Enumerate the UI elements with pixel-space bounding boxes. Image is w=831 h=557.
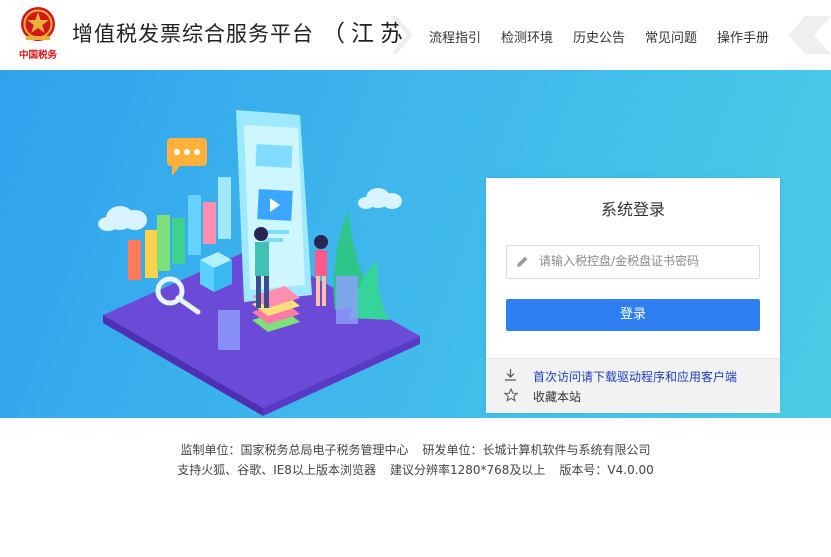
password-input[interactable] — [539, 246, 749, 276]
cloud-icon — [358, 188, 402, 209]
page-footer: 监制单位：国家税务总局电子税务管理中心 研发单位：长城计算机软件与系统有限公司 支… — [0, 418, 831, 557]
nav-check-environment[interactable]: 检测环境 — [501, 27, 553, 46]
top-header: 中国税务 增值税发票综合服务平台 （江苏） 流程指引 检测环境 历史公告 常见问题… — [0, 0, 831, 70]
supervisor-text: 监制单位：国家税务总局电子税务管理中心 — [180, 443, 409, 457]
cloud-icon — [98, 206, 147, 231]
footer-line-2: 支持火狐、谷歌、IE8以上版本浏览器 建议分辨率1280*768及以上 版本号：V4… — [0, 461, 831, 478]
version-text: 版本号：V4.0.00 — [559, 463, 654, 477]
nav-process-guide[interactable]: 流程指引 — [429, 27, 481, 46]
nav-faq[interactable]: 常见问题 — [645, 27, 697, 46]
bookmark-label: 收藏本站 — [533, 390, 582, 404]
card-footer: 首次访问请下载驱动程序和应用客户端 收藏本站 — [486, 358, 780, 413]
download-driver-label: 首次访问请下载驱动程序和应用客户端 — [533, 370, 738, 384]
star-icon — [504, 388, 518, 402]
footer-line-1: 监制单位：国家税务总局电子税务管理中心 研发单位：长城计算机软件与系统有限公司 — [0, 441, 831, 458]
data-illustration — [98, 110, 420, 416]
tax-emblem-logo: 中国税务 — [19, 7, 58, 61]
developer-text: 研发单位：长城计算机软件与系统有限公司 — [422, 443, 651, 457]
login-title: 系统登录 — [600, 200, 665, 219]
nav-user-manual[interactable]: 操作手册 — [717, 27, 769, 46]
platform-name: 增值税发票综合服务平台 — [72, 22, 314, 46]
hero-banner: 系统登录 登录 首次访问请下载驱动程序和应用客户端 收藏本站 — [0, 70, 831, 418]
phone-icon — [236, 110, 312, 302]
server-cube-icon — [200, 252, 232, 292]
resolution-text: 建议分辨率1280*768及以上 — [389, 463, 546, 477]
svg-text:中国税务: 中国税务 — [19, 49, 58, 61]
password-field[interactable] — [506, 245, 760, 279]
download-icon — [505, 369, 516, 381]
chat-bubble-icon — [167, 138, 207, 176]
login-card: 系统登录 登录 首次访问请下载驱动程序和应用客户端 收藏本站 — [486, 178, 780, 413]
browser-support-text: 支持火狐、谷歌、IE8以上版本浏览器 — [177, 463, 376, 477]
pen-icon — [517, 256, 528, 267]
login-button[interactable]: 登录 — [506, 299, 760, 331]
page-title: 增值税发票综合服务平台 （江苏） — [72, 14, 438, 48]
nav-history-notices[interactable]: 历史公告 — [573, 27, 625, 46]
